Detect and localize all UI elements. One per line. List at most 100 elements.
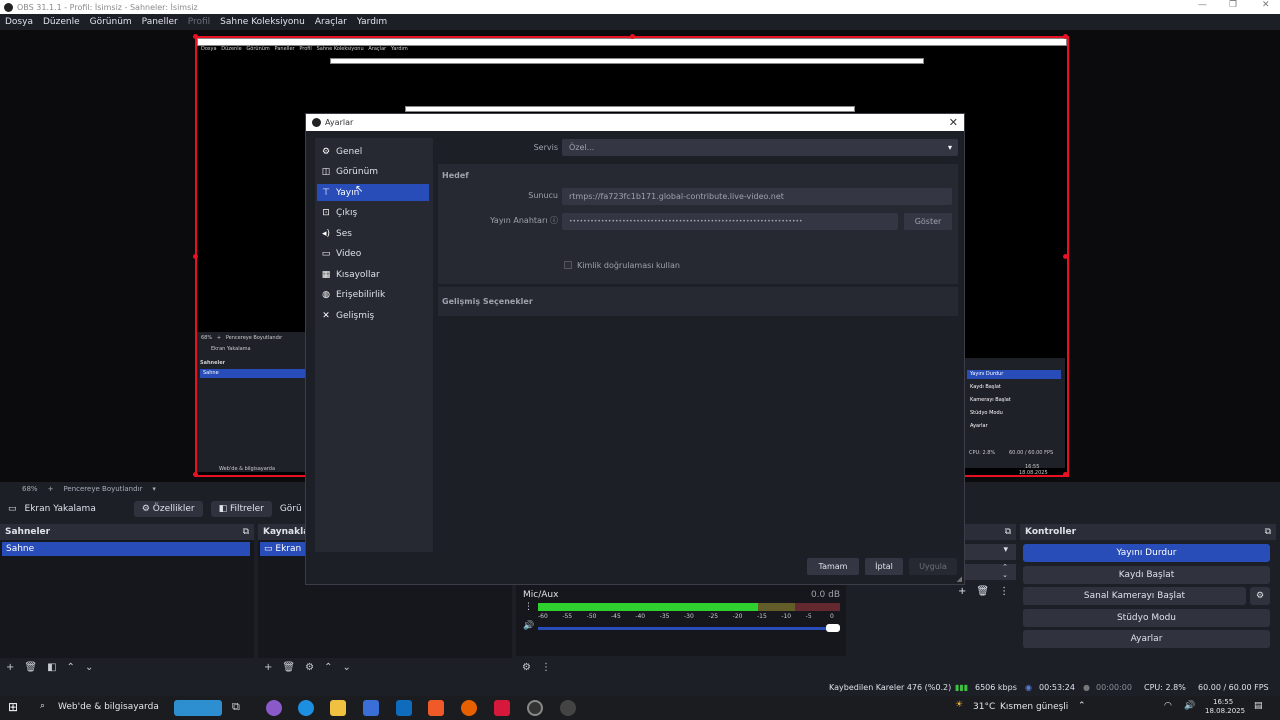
service-select[interactable]: Özel... ▾ [562, 139, 958, 156]
resize-handle-tr[interactable] [1063, 34, 1068, 39]
windows-start-icon[interactable]: ⊞ [8, 700, 24, 716]
add-icon[interactable]: + [958, 586, 966, 597]
minimize-icon[interactable]: — [1198, 0, 1207, 10]
undock-icon[interactable]: ⧉ [243, 524, 249, 540]
resize-handle-br[interactable] [1063, 472, 1068, 477]
menu-view[interactable]: Görünüm [90, 17, 132, 27]
weather-temp[interactable]: 31°C [973, 702, 995, 712]
gear-icon[interactable]: ⚙ [305, 662, 314, 673]
category-advanced[interactable]: ✕ Gelişmiş [317, 307, 429, 324]
trash-icon[interactable]: 🗑 [976, 586, 989, 597]
settings-icon[interactable]: ⚙ [522, 662, 531, 673]
volume-slider-handle[interactable] [826, 624, 840, 632]
properties-button[interactable]: ⚙ Özellikler [133, 501, 203, 517]
advanced-panel[interactable]: Gelişmiş Seçenekler [438, 287, 958, 316]
undock-icon[interactable]: ⧉ [1265, 524, 1271, 540]
add-icon[interactable]: + [6, 662, 14, 673]
category-appearance[interactable]: ◫ Görünüm [317, 163, 429, 180]
menu-scene-collection[interactable]: Sahne Koleksiyonu [220, 17, 305, 27]
notification-icon[interactable]: ▤ [1254, 701, 1263, 711]
virtual-camera-settings-icon[interactable]: ⚙ [1250, 587, 1270, 605]
undock-icon[interactable]: ⧉ [1005, 524, 1011, 540]
taskbar-date[interactable]: 18.08.2025 [1205, 707, 1245, 715]
chatgpt-icon[interactable] [560, 700, 576, 716]
start-virtual-camera-button[interactable]: Sanal Kamerayı Başlat [1023, 587, 1246, 605]
taskbar-search[interactable]: Web'de & bilgisayarda [58, 702, 159, 712]
chevron-down-icon[interactable]: ⌄ [342, 662, 350, 673]
copilot-icon[interactable] [266, 700, 282, 716]
chevron-down-icon[interactable]: ▾ [152, 485, 156, 493]
apply-button[interactable]: Uygula [909, 558, 957, 575]
filters-button[interactable]: ◧ Filtreler [210, 501, 272, 517]
resize-handle-tl[interactable] [193, 34, 198, 39]
ok-button[interactable]: Tamam [807, 558, 859, 575]
studio-mode-button[interactable]: Stüdyo Modu [1023, 609, 1270, 627]
trash-icon[interactable]: 🗑 [24, 662, 37, 673]
edge-icon[interactable] [298, 700, 314, 716]
app-icon[interactable] [494, 700, 510, 716]
resize-handle-t[interactable] [630, 34, 635, 39]
taskbar-time[interactable]: 16:55 [1213, 698, 1233, 706]
truncated-button[interactable]: Görü [280, 504, 302, 514]
category-output[interactable]: ⊡ Çıkış [317, 204, 429, 221]
kebab-menu-icon[interactable]: ⋮ [524, 602, 533, 612]
chevron-up-icon[interactable]: ⌃ [324, 662, 332, 673]
category-video[interactable]: ▭ Video [317, 245, 429, 262]
scenes-list[interactable]: Sahne [0, 540, 254, 658]
category-accessibility[interactable]: ◍ Erişebilirlik [317, 286, 429, 303]
server-input[interactable]: rtmps://fa723fc1b171.global-contribute.l… [562, 188, 952, 205]
resize-handle-l[interactable] [193, 254, 198, 259]
category-stream[interactable]: ⊤ Yayın [317, 184, 429, 201]
help-icon[interactable]: ⓘ [550, 216, 558, 225]
trash-icon[interactable]: 🗑 [282, 662, 295, 673]
start-recording-button[interactable]: Kaydı Başlat [1023, 566, 1270, 584]
stop-streaming-button[interactable]: Yayını Durdur [1023, 544, 1270, 562]
category-hotkeys[interactable]: ▦ Kısayollar [317, 266, 429, 283]
task-view-icon[interactable]: ⧉ [232, 700, 248, 716]
scene-item[interactable]: Sahne [2, 542, 250, 556]
chevron-up-icon[interactable]: ⌃ [1078, 701, 1086, 711]
add-icon[interactable]: + [264, 662, 272, 673]
chevron-down-icon: ▾ [947, 143, 952, 152]
category-general[interactable]: ⚙ Genel [317, 143, 429, 160]
menu-file[interactable]: Dosya [5, 17, 33, 27]
obs-icon[interactable] [527, 700, 543, 716]
show-key-button[interactable]: Göster [904, 213, 952, 230]
kebab-menu-icon[interactable]: ⋮ [999, 586, 1009, 597]
menu-edit[interactable]: Düzenle [43, 17, 80, 27]
zoom-in-icon[interactable]: + [48, 485, 54, 493]
category-audio[interactable]: ◂) Ses [317, 225, 429, 242]
maximize-icon[interactable]: ❐ [1229, 0, 1237, 10]
cancel-button[interactable]: İptal [865, 558, 903, 575]
menu-profile[interactable]: Profil [188, 17, 210, 27]
filter-icon[interactable]: ◧ [47, 662, 56, 673]
weather-desc[interactable]: Kısmen güneşli [1000, 702, 1068, 712]
kebab-menu-icon[interactable]: ⋮ [541, 662, 551, 673]
close-icon[interactable]: ✕ [1262, 0, 1270, 10]
close-icon[interactable]: ✕ [949, 116, 958, 129]
chevron-up-icon[interactable]: ⌃ [67, 662, 75, 673]
file-explorer-icon[interactable] [330, 700, 346, 716]
resize-grip-icon[interactable]: ◢ [957, 575, 962, 583]
brave-icon[interactable] [428, 700, 444, 716]
wifi-icon[interactable]: ◠ [1164, 701, 1172, 711]
resize-handle-bl[interactable] [193, 472, 198, 477]
firefox-icon[interactable] [461, 700, 477, 716]
volume-slider[interactable] [538, 627, 840, 630]
fit-to-window[interactable]: Pencereye Boyutlandır [63, 485, 142, 493]
widget-icon[interactable] [174, 700, 222, 716]
store-icon[interactable] [363, 700, 379, 716]
volume-icon[interactable]: 🔊 [1184, 701, 1195, 711]
settings-button[interactable]: Ayarlar [1023, 630, 1270, 648]
menu-docks[interactable]: Paneller [142, 17, 178, 27]
resize-handle-r[interactable] [1063, 254, 1068, 259]
search-icon[interactable]: ⌕ [40, 701, 45, 711]
auth-checkbox[interactable] [564, 261, 572, 269]
zoom-level[interactable]: 68% [22, 485, 38, 493]
menu-help[interactable]: Yardım [357, 17, 387, 27]
chevron-down-icon[interactable]: ⌄ [85, 662, 93, 673]
outlook-icon[interactable] [396, 700, 412, 716]
speaker-icon[interactable]: 🔊 [523, 621, 534, 631]
stream-key-input[interactable]: ••••••••••••••••••••••••••••••••••••••••… [562, 213, 898, 230]
menu-tools[interactable]: Araçlar [315, 17, 347, 27]
